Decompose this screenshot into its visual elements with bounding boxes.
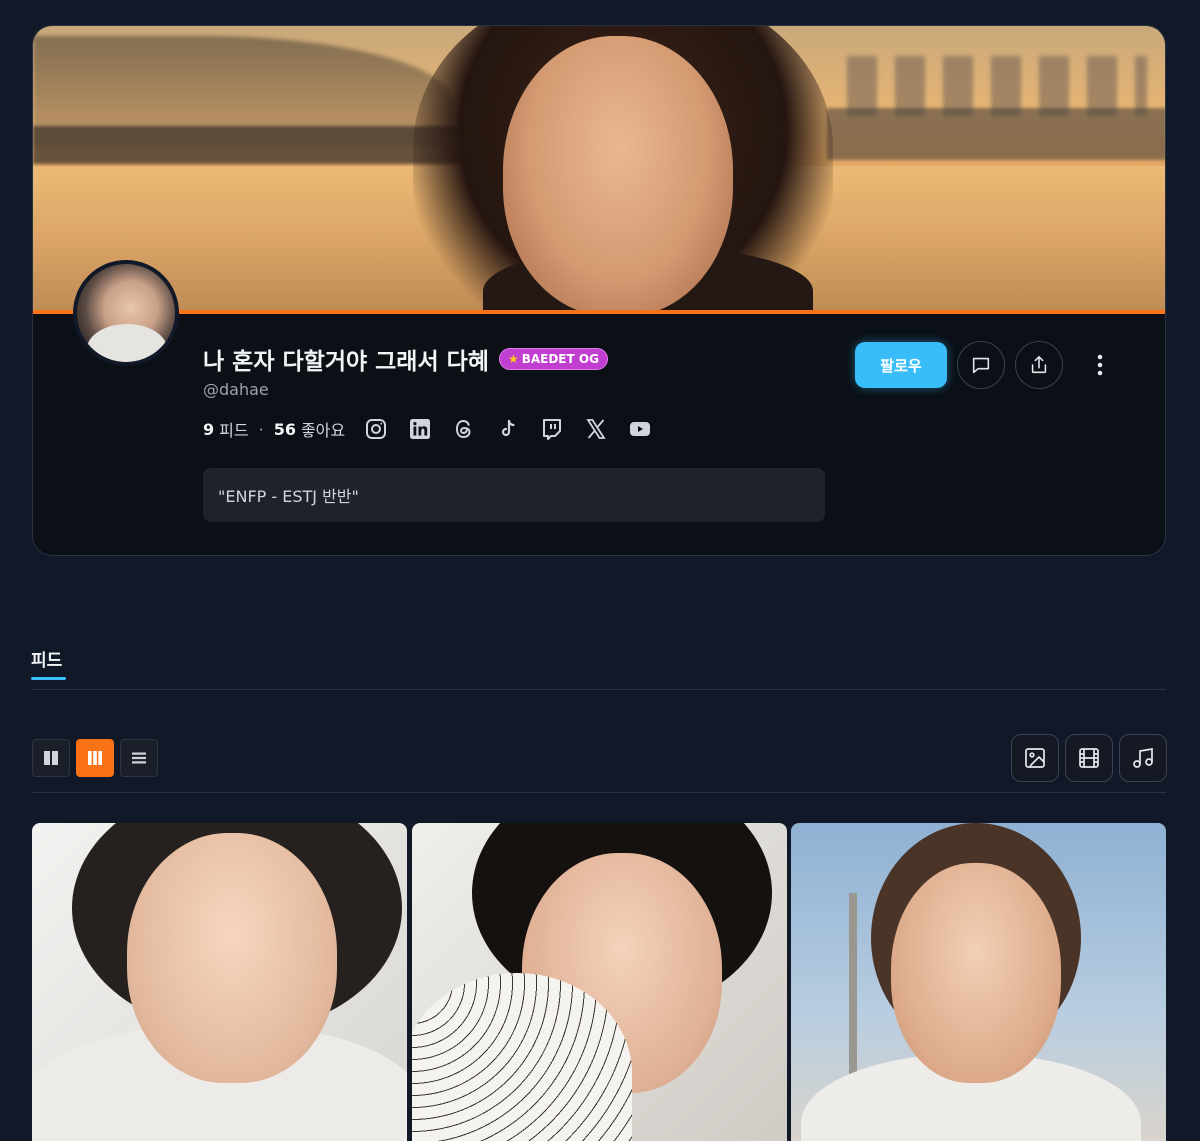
likes-count: 56 [273,419,296,439]
bio-text: "ENFP - ESTJ 반반" [218,487,359,506]
video-icon [1079,748,1099,768]
linkedin-icon[interactable] [407,416,433,442]
tiktok-icon[interactable] [495,416,521,442]
twitch-icon[interactable] [539,416,565,442]
share-button[interactable] [1015,341,1063,389]
image-filter-button[interactable] [1011,734,1059,782]
three-column-grid-button[interactable] [76,739,114,777]
instagram-icon[interactable] [363,416,389,442]
stats-separator: · [258,419,264,439]
two-column-grid-button[interactable] [32,739,70,777]
list-view-button[interactable] [120,739,158,777]
profile-card: 나 혼자 다할거야 그래서 다혜 ★ BAEDET OG @dahae 9 피드… [32,25,1166,556]
og-badge: ★ BAEDET OG [498,348,608,370]
music-filter-button[interactable] [1119,734,1167,782]
toolbar-divider [31,792,1166,793]
profile-actions: 팔로우 [855,341,1112,389]
tab-active-indicator [31,677,66,680]
follow-button[interactable]: 팔로우 [855,342,947,388]
likes-label: 좋아요 [300,421,346,440]
three-column-grid-icon [88,751,102,765]
display-name: 나 혼자 다할거야 그래서 다혜 [203,349,489,375]
name-row: 나 혼자 다할거야 그래서 다혜 ★ BAEDET OG [203,342,608,376]
cover-image [33,26,1165,314]
x-icon[interactable] [583,416,609,442]
feed-item[interactable] [412,823,787,1141]
feed-item[interactable] [791,823,1166,1141]
list-icon [132,752,146,764]
threads-icon[interactable] [451,416,477,442]
cover-accent-line [33,310,1165,314]
message-icon [972,357,990,374]
more-vertical-icon [1097,354,1103,376]
feeds-count: 9 [203,419,215,439]
video-filter-button[interactable] [1065,734,1113,782]
tab-feed[interactable]: 피드 [31,646,62,671]
user-handle: @dahae [203,380,269,399]
og-badge-label: BAEDET OG [521,352,599,366]
more-options-button[interactable] [1088,345,1112,385]
feed-item[interactable] [32,823,407,1141]
share-icon [1031,355,1047,374]
social-links [363,416,653,442]
stats-row: 9 피드 · 56 좋아요 [203,416,653,442]
media-filters [1011,734,1167,782]
tabs-divider [31,689,1166,690]
message-button[interactable] [957,341,1005,389]
avatar[interactable] [73,260,179,366]
star-icon: ★ [507,352,519,366]
youtube-icon[interactable] [627,416,653,442]
feeds-label: 피드 [219,421,249,440]
layout-toggles [32,739,158,777]
image-icon [1025,748,1045,768]
music-icon [1133,747,1153,768]
two-column-grid-icon [44,751,58,765]
bio-box: "ENFP - ESTJ 반반" [203,468,825,522]
